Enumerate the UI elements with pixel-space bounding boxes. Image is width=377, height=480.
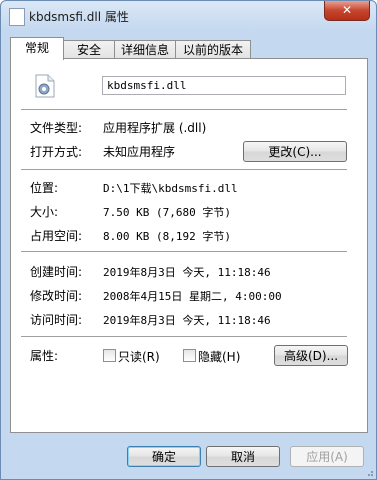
general-panel [10,58,368,433]
created-value: 2019年8月3日 今天, 11:18:46 [103,266,271,279]
tab-security[interactable]: 安全 [63,40,115,59]
attributes-label: 属性: [30,349,59,363]
file-type-label: 文件类型: [30,121,83,135]
readonly-checkbox[interactable] [103,349,116,362]
size-label: 大小: [30,205,59,219]
divider [21,336,347,337]
title-bar[interactable]: kbdsmsfi.dll 属性 ✕ [1,1,376,31]
close-button[interactable]: ✕ [324,1,370,21]
size-on-disk-label: 占用空间: [30,229,83,243]
created-label: 创建时间: [30,265,83,279]
hidden-label[interactable]: 隐藏(H) [198,348,240,365]
dll-file-gear-icon [35,74,55,98]
dll-file-icon [9,8,25,26]
size-value: 7.50 KB (7,680 字节) [103,206,231,219]
properties-window: kbdsmsfi.dll 属性 ✕ 常规 安全 详细信息 以前的版本 kbdsm… [0,0,377,480]
file-type-value: 应用程序扩展 (.dll) [103,121,207,135]
location-label: 位置: [30,181,59,195]
hidden-checkbox[interactable] [183,349,196,362]
resize-grip-icon[interactable] [364,467,374,477]
accessed-value: 2019年8月3日 今天, 11:18:46 [103,314,271,327]
opens-with-label: 打开方式: [30,145,83,159]
change-button[interactable]: 更改(C)... [243,141,347,162]
apply-button[interactable]: 应用(A) [290,446,364,467]
location-value: D:\1下载\kbdsmsfi.dll [103,182,238,195]
divider [21,169,347,170]
opens-with-value: 未知应用程序 [103,145,176,159]
ok-button[interactable]: 确定 [127,446,201,467]
file-name-field[interactable]: kbdsmsfi.dll [102,76,346,95]
tab-details[interactable]: 详细信息 [114,40,176,59]
size-on-disk-value: 8.00 KB (8,192 字节) [103,230,231,243]
readonly-label[interactable]: 只读(R) [118,348,160,365]
divider [21,109,347,110]
window-title: kbdsmsfi.dll 属性 [29,10,129,24]
advanced-button[interactable]: 高级(D)... [274,345,348,366]
tab-previous-versions[interactable]: 以前的版本 [175,40,251,59]
cancel-button[interactable]: 取消 [206,446,280,467]
tab-general[interactable]: 常规 [10,37,64,60]
modified-value: 2008年4月15日 星期二, 4:00:00 [103,290,282,303]
modified-label: 修改时间: [30,289,83,303]
accessed-label: 访问时间: [30,313,83,327]
divider [21,251,347,252]
